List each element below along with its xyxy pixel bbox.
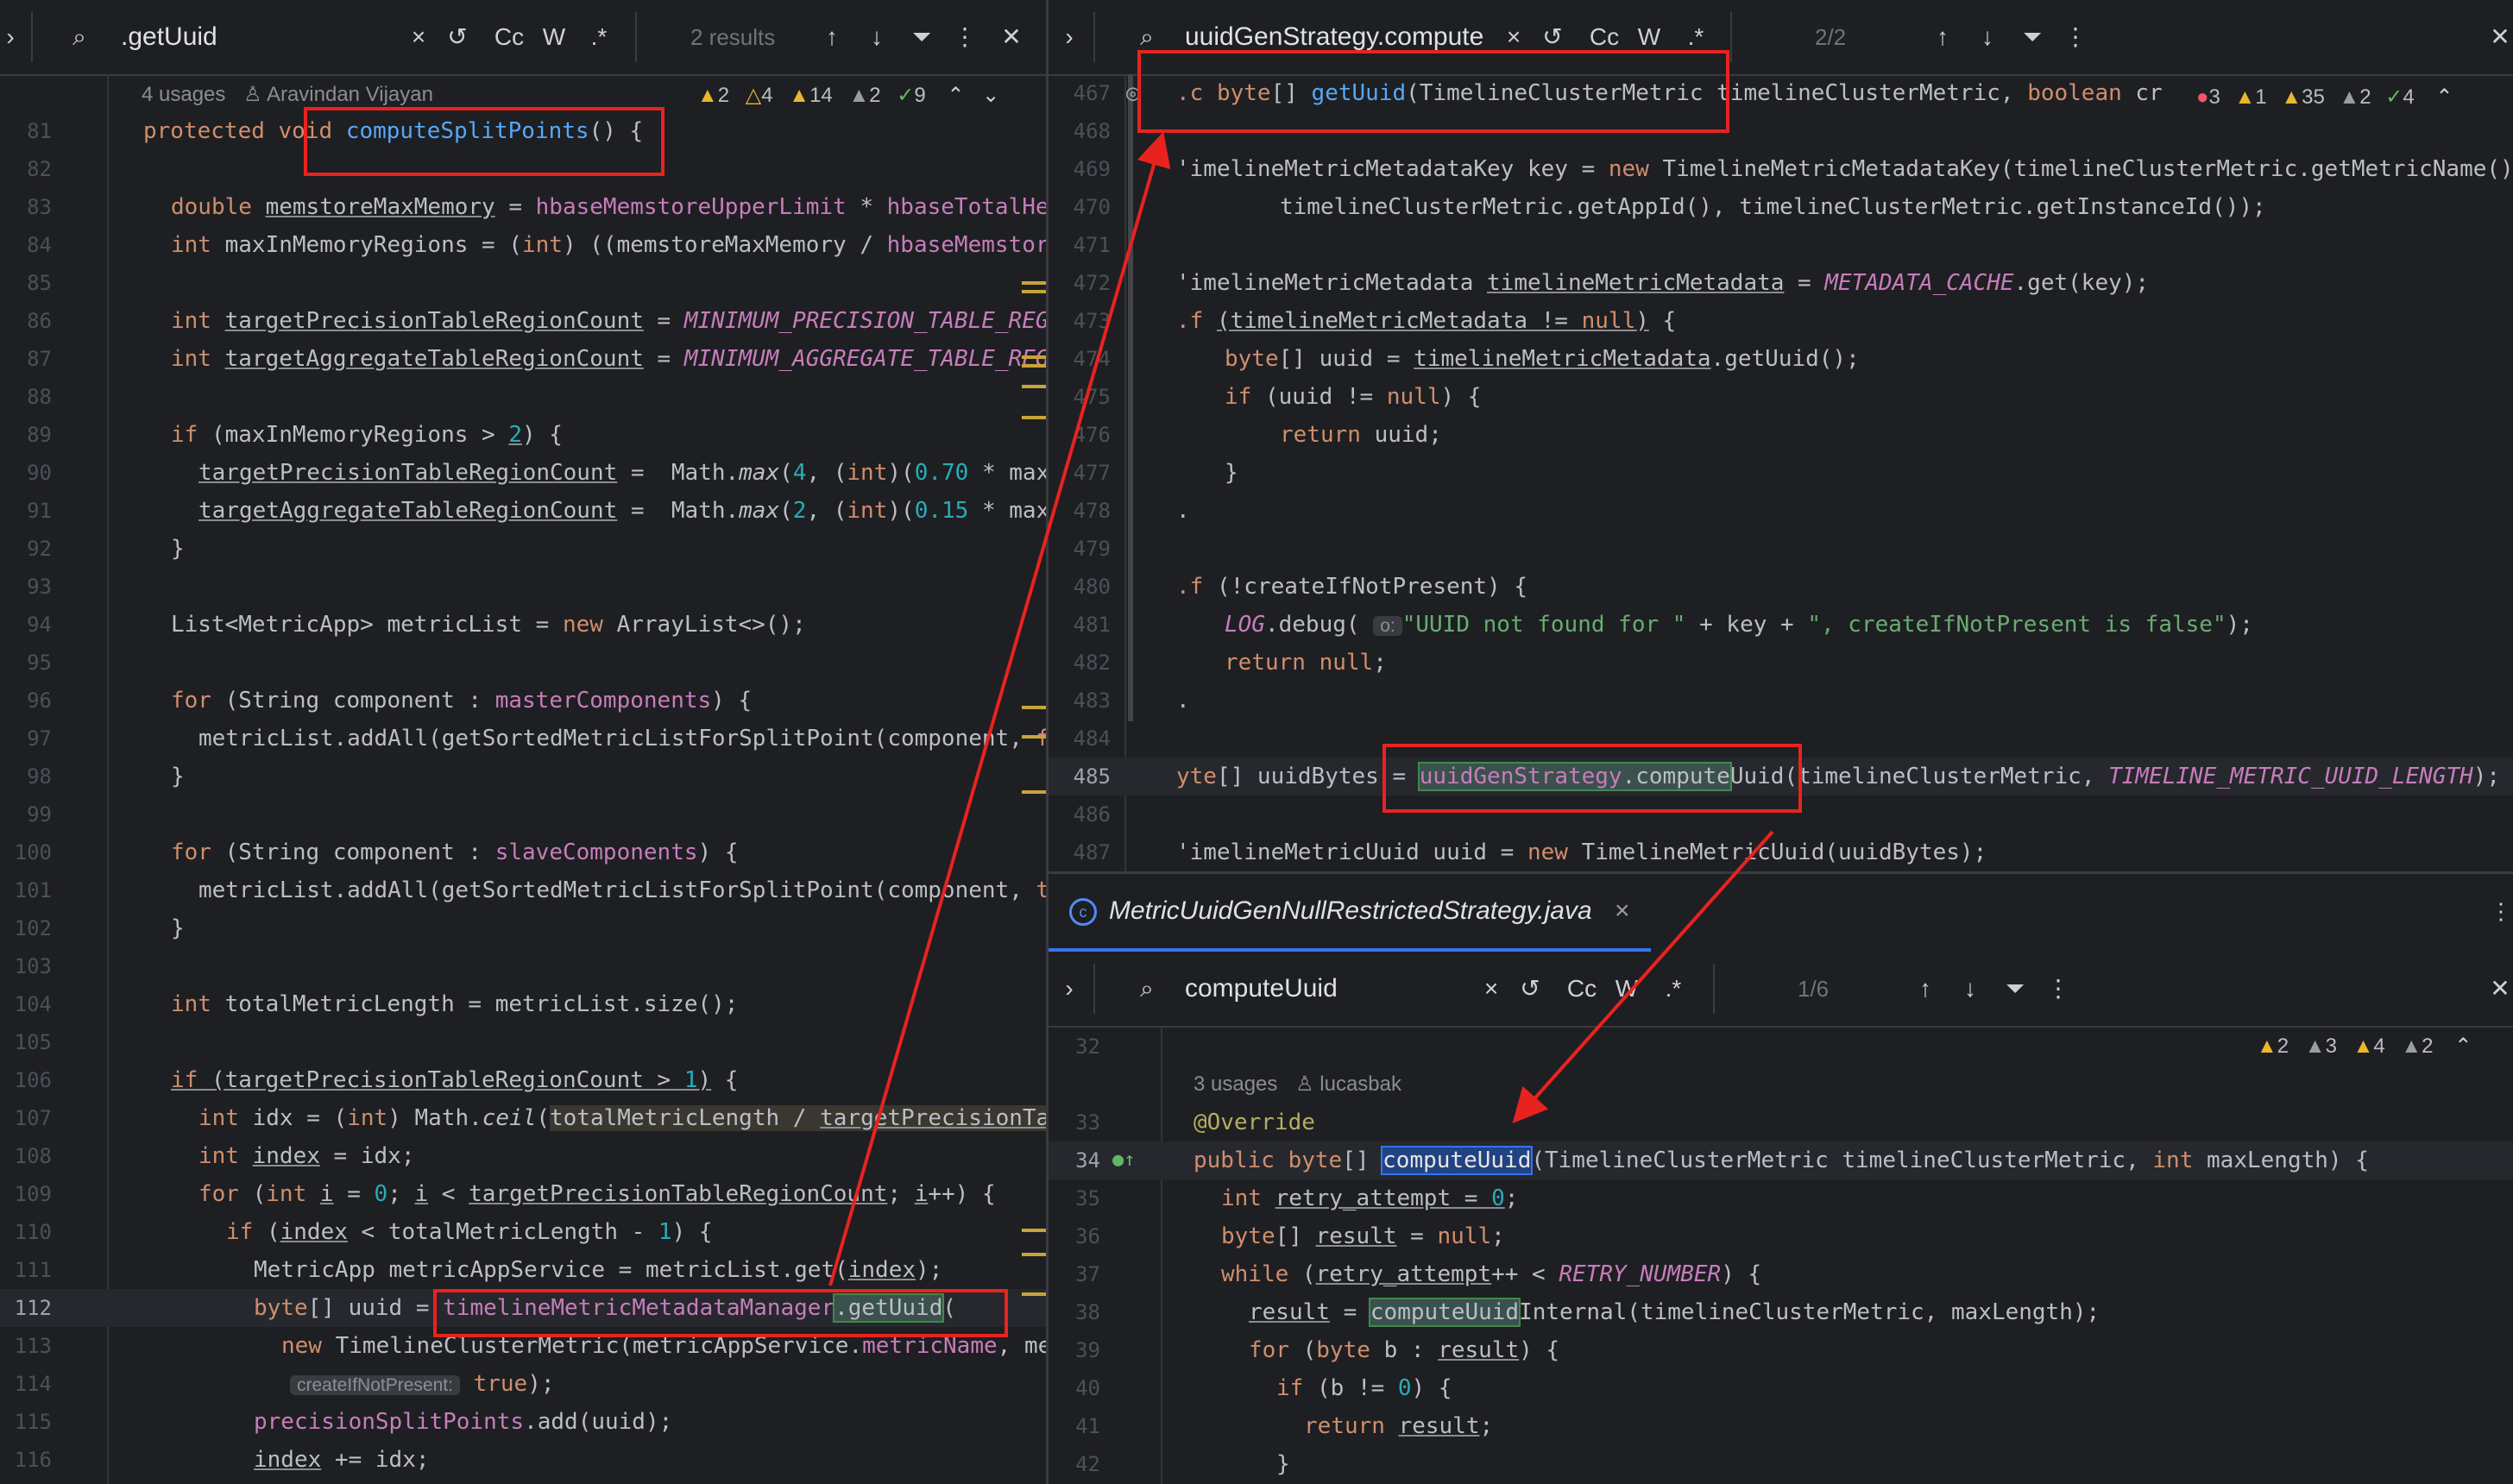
annotation-arrow	[1512, 830, 1774, 1123]
annotation-arrow	[828, 131, 1171, 1286]
annotation-arrows	[828, 131, 1774, 1286]
